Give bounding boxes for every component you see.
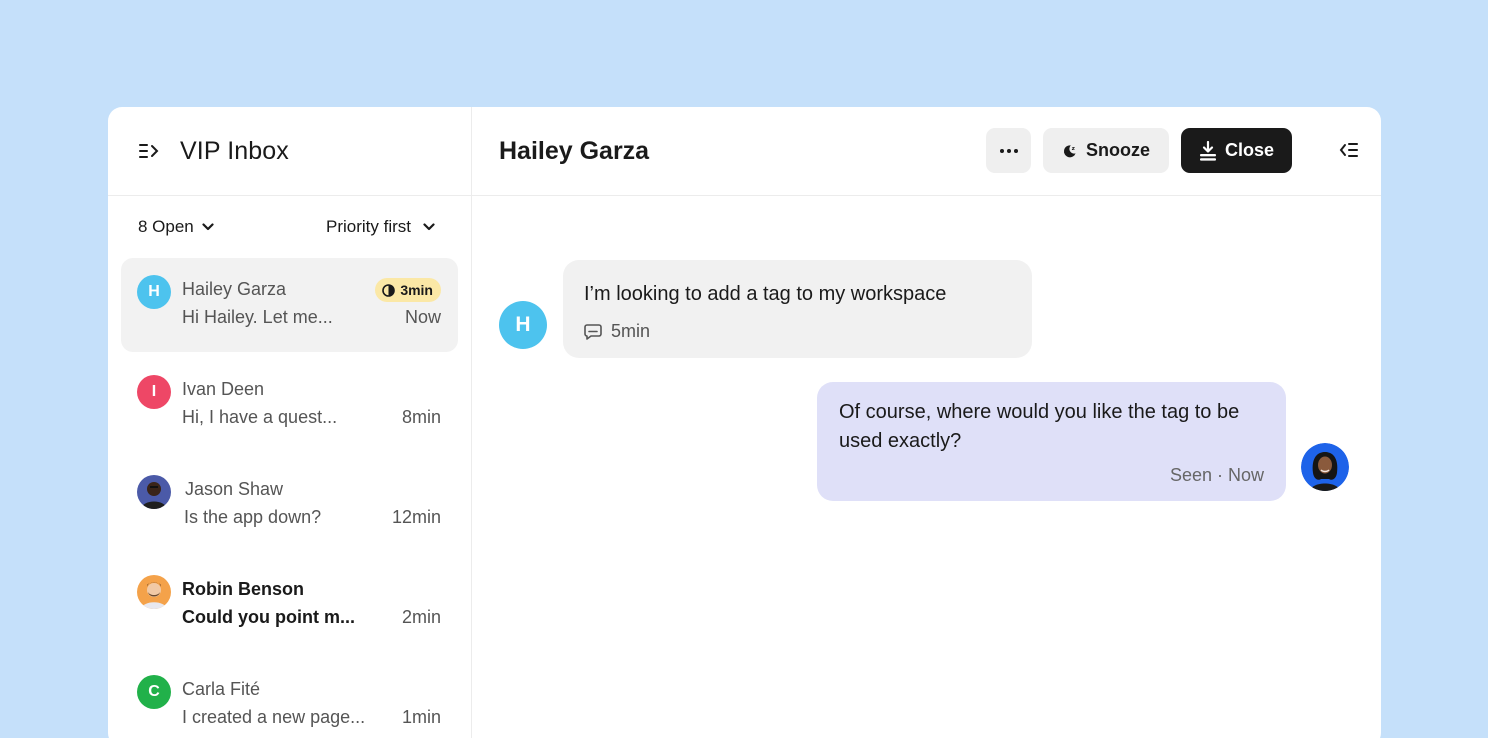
outgoing-message-text: Of course, where would you like the tag … [839, 401, 1240, 452]
conversation-header: Hailey Garza z Snooze Close [472, 107, 1381, 196]
outgoing-message: Of course, where would you like the tag … [817, 382, 1286, 501]
inbox-title: VIP Inbox [180, 136, 289, 165]
sort-label: Priority first [326, 217, 411, 236]
sidebar: VIP Inbox 8 Open Priority first H Hailey… [108, 107, 472, 738]
svg-text:z: z [1072, 146, 1075, 152]
avatar: I [137, 375, 171, 409]
incoming-message: I’m looking to add a tag to my workspace… [563, 260, 1032, 358]
conversation-name: Hailey Garza [182, 279, 287, 299]
conversation-time: 1min [401, 707, 441, 727]
inbox-window: VIP Inbox 8 Open Priority first H Hailey… [108, 107, 1381, 738]
conversation-name: Ivan Deen [182, 379, 265, 399]
chevron-down-icon [202, 223, 214, 231]
conversation-item[interactable]: Jason Shaw Is the app down? 12min [121, 458, 458, 552]
conversation-preview: Hi Hailey. Let me... [182, 307, 333, 327]
close-label: Close [1224, 140, 1275, 160]
incoming-message-text: I’m looking to add a tag to my workspace [584, 283, 947, 305]
message-icon [584, 324, 602, 340]
collapse-details-icon[interactable] [1339, 141, 1359, 159]
conversation-preview: Is the app down? [184, 507, 322, 527]
half-circle-icon [382, 283, 396, 297]
conversation-preview: I created a new page... [182, 707, 366, 727]
header-actions: z Snooze Close [986, 128, 1292, 173]
close-download-icon [1199, 140, 1216, 161]
conversation-time: 12min [391, 507, 441, 527]
incoming-message-time: 5min [611, 321, 651, 341]
sla-time: 3min [400, 282, 433, 298]
snooze-button[interactable]: z Snooze [1043, 128, 1169, 173]
chevron-down-icon [423, 223, 435, 231]
snooze-moon-icon: z [1063, 144, 1076, 157]
conversation-time: Now [404, 307, 441, 327]
more-options-button[interactable] [986, 128, 1031, 173]
open-filter-label: 8 Open [138, 217, 194, 236]
sort-dropdown[interactable]: Priority first [326, 217, 435, 237]
message-thread: H I’m looking to add a tag to my workspa… [472, 196, 1381, 738]
avatar: C [137, 675, 171, 709]
sla-badge: 3min [375, 278, 441, 302]
conversation-name: Robin Benson [182, 579, 304, 599]
more-icon [999, 148, 1018, 153]
outgoing-message-status: Seen · Now [1169, 465, 1264, 485]
conversation-time: 2min [401, 607, 441, 627]
expand-sidebar-icon[interactable] [138, 141, 160, 161]
customer-avatar: H [499, 301, 547, 349]
avatar: H [137, 275, 171, 309]
incoming-message-meta: 5min [584, 321, 650, 342]
conversation-name: Jason Shaw [185, 479, 284, 499]
conversation-preview: Could you point m... [182, 607, 355, 627]
snooze-label: Snooze [1085, 140, 1150, 160]
conversation-item[interactable]: Robin Benson Could you point m... 2min [121, 558, 458, 652]
conversation-title: Hailey Garza [499, 136, 650, 165]
agent-avatar [1301, 443, 1349, 491]
filters-bar: 8 Open Priority first [108, 196, 471, 258]
open-filter-dropdown[interactable]: 8 Open [138, 217, 214, 237]
conversation-time: 8min [401, 407, 441, 427]
conversation-name: Carla Fité [182, 679, 261, 699]
sidebar-header: VIP Inbox [108, 107, 471, 196]
avatar-photo [137, 475, 171, 509]
avatar-photo [137, 575, 171, 609]
close-conversation-button[interactable]: Close [1181, 128, 1292, 173]
conversation-preview: Hi, I have a quest... [182, 407, 338, 427]
conversation-list: H Hailey Garza 3min Hi Hailey. Let me...… [108, 258, 471, 738]
conversation-item[interactable]: H Hailey Garza 3min Hi Hailey. Let me...… [121, 258, 458, 352]
conversation-item[interactable]: I Ivan Deen Hi, I have a quest... 8min [121, 358, 458, 452]
conversation-item[interactable]: C Carla Fité I created a new page... 1mi… [121, 658, 458, 738]
conversation-panel: Hailey Garza z Snooze Close H I’m lookin… [472, 107, 1381, 738]
